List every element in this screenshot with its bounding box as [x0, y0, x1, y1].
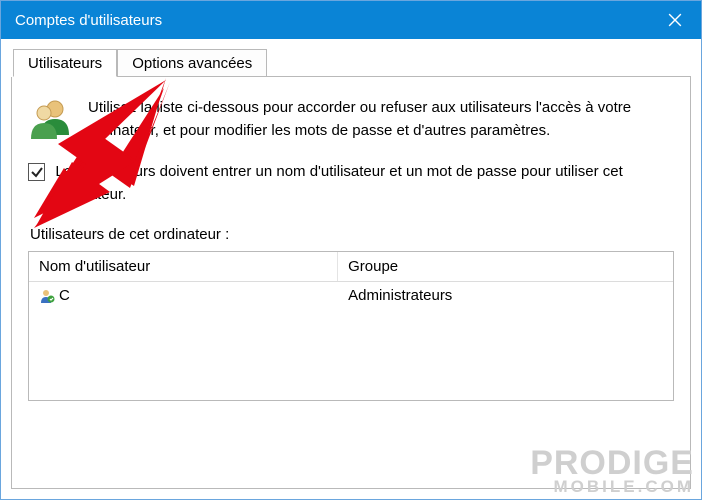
tabstrip: Utilisateurs Options avancées: [13, 47, 691, 77]
intro-text: Utilisez la liste ci-dessous pour accord…: [88, 95, 674, 145]
check-icon: [30, 165, 44, 179]
tab-label: Options avancées: [132, 55, 252, 72]
require-login-checkbox[interactable]: [28, 163, 45, 181]
window-title: Comptes d'utilisateurs: [15, 12, 162, 29]
users-list-heading: Utilisateurs de cet ordinateur :: [30, 226, 674, 243]
users-listview[interactable]: Nom d'utilisateur Groupe: [28, 251, 674, 401]
intro-row: Utilisez la liste ci-dessous pour accord…: [28, 95, 674, 145]
cell-username: C: [29, 285, 338, 306]
tab-label: Utilisateurs: [28, 55, 102, 72]
window: Comptes d'utilisateurs Utilisateurs Opti…: [0, 0, 702, 500]
users-icon: [28, 95, 74, 145]
tab-panel-users: Utilisez la liste ci-dessous pour accord…: [11, 77, 691, 489]
column-header-name[interactable]: Nom d'utilisateur: [29, 252, 338, 281]
tab-advanced[interactable]: Options avancées: [117, 49, 267, 76]
user-icon: [39, 288, 55, 304]
list-row[interactable]: C Administrateurs: [29, 282, 673, 309]
client-area: Utilisateurs Options avancées Utilisez l…: [1, 39, 701, 499]
close-button[interactable]: [649, 1, 701, 39]
cell-group: Administrateurs: [338, 285, 673, 306]
list-header: Nom d'utilisateur Groupe: [29, 252, 673, 282]
close-icon: [668, 13, 682, 27]
titlebar: Comptes d'utilisateurs: [1, 1, 701, 39]
cell-username-text: C: [59, 287, 70, 304]
require-login-row[interactable]: Les utilisateurs doivent entrer un nom d…: [28, 161, 674, 206]
require-login-label: Les utilisateurs doivent entrer un nom d…: [55, 161, 674, 206]
cell-group-text: Administrateurs: [348, 287, 452, 304]
column-header-group[interactable]: Groupe: [338, 252, 673, 281]
tab-users[interactable]: Utilisateurs: [13, 49, 117, 77]
